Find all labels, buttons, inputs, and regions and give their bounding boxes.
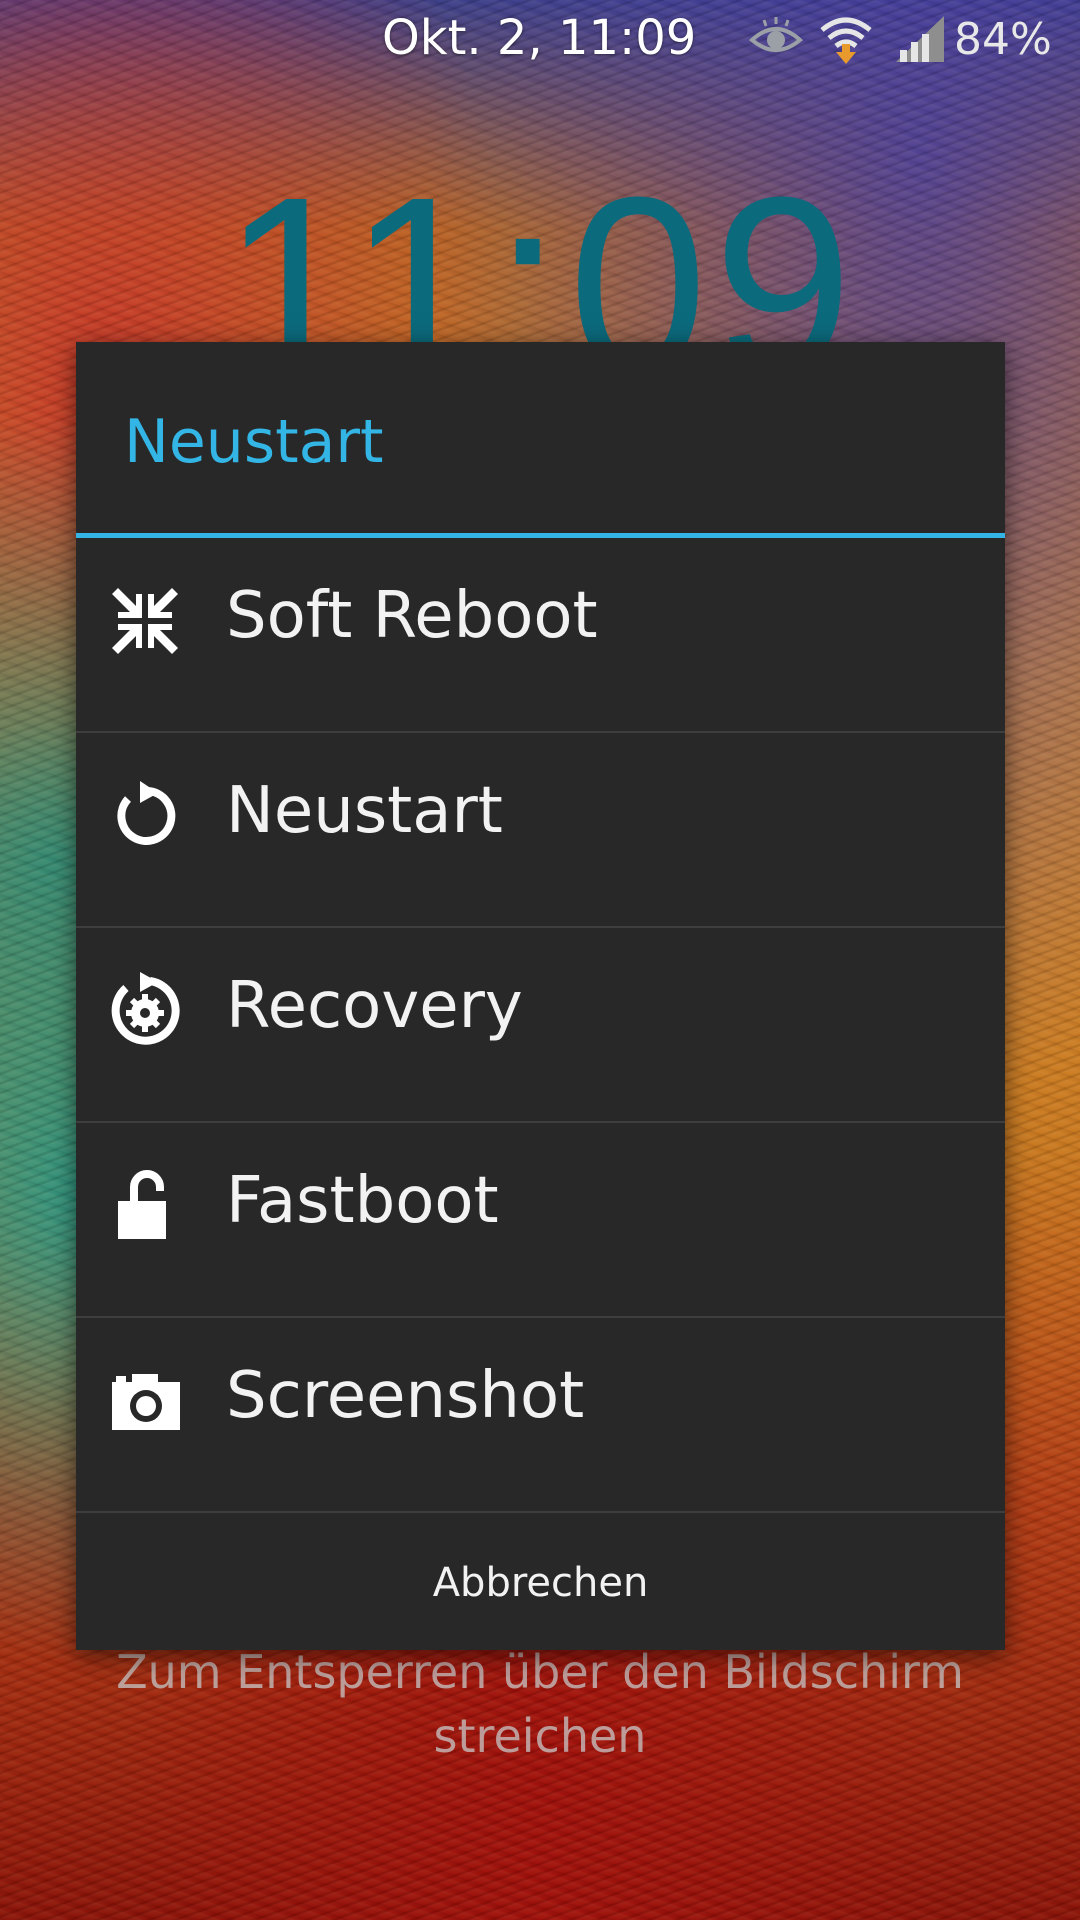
lockscreen: Okt. 2, 11:09 84% 11:09 Zum Entsperren ü… xyxy=(0,0,1080,1920)
recovery-icon xyxy=(106,972,184,1050)
menu-item-label: Soft Reboot xyxy=(226,579,598,653)
wifi-icon xyxy=(818,14,874,64)
soft-reboot-icon xyxy=(106,582,184,660)
status-datetime: Okt. 2, 11:09 xyxy=(382,10,697,66)
battery-level: 84% xyxy=(954,14,1052,65)
menu-item-label: Screenshot xyxy=(226,1359,585,1433)
unlock-icon xyxy=(106,1167,184,1245)
cancel-button[interactable]: Abbrechen xyxy=(76,1513,1005,1656)
dialog-header: Neustart xyxy=(76,342,1005,538)
restart-icon xyxy=(106,777,184,855)
unlock-hint: Zum Entsperren über den Bildschirm strei… xyxy=(116,1645,964,1763)
menu-item-label: Recovery xyxy=(226,969,523,1043)
dialog-title: Neustart xyxy=(124,407,384,477)
menu-item-recovery[interactable]: Recovery xyxy=(76,928,1005,1123)
camera-icon xyxy=(106,1362,184,1440)
menu-item-screenshot[interactable]: Screenshot xyxy=(76,1318,1005,1513)
menu-item-label: Neustart xyxy=(226,774,503,848)
menu-item-label: Fastboot xyxy=(226,1164,499,1238)
cancel-label: Abbrechen xyxy=(432,1560,649,1606)
menu-item-fastboot[interactable]: Fastboot xyxy=(76,1123,1005,1318)
eye-icon xyxy=(748,14,804,64)
reboot-dialog: Neustart Soft Reboot Neustart Recovery F… xyxy=(76,342,1005,1650)
menu-item-restart[interactable]: Neustart xyxy=(76,733,1005,928)
status-bar: Okt. 2, 11:09 84% xyxy=(0,0,1080,76)
menu-item-soft-reboot[interactable]: Soft Reboot xyxy=(76,538,1005,733)
signal-icon xyxy=(892,14,948,64)
